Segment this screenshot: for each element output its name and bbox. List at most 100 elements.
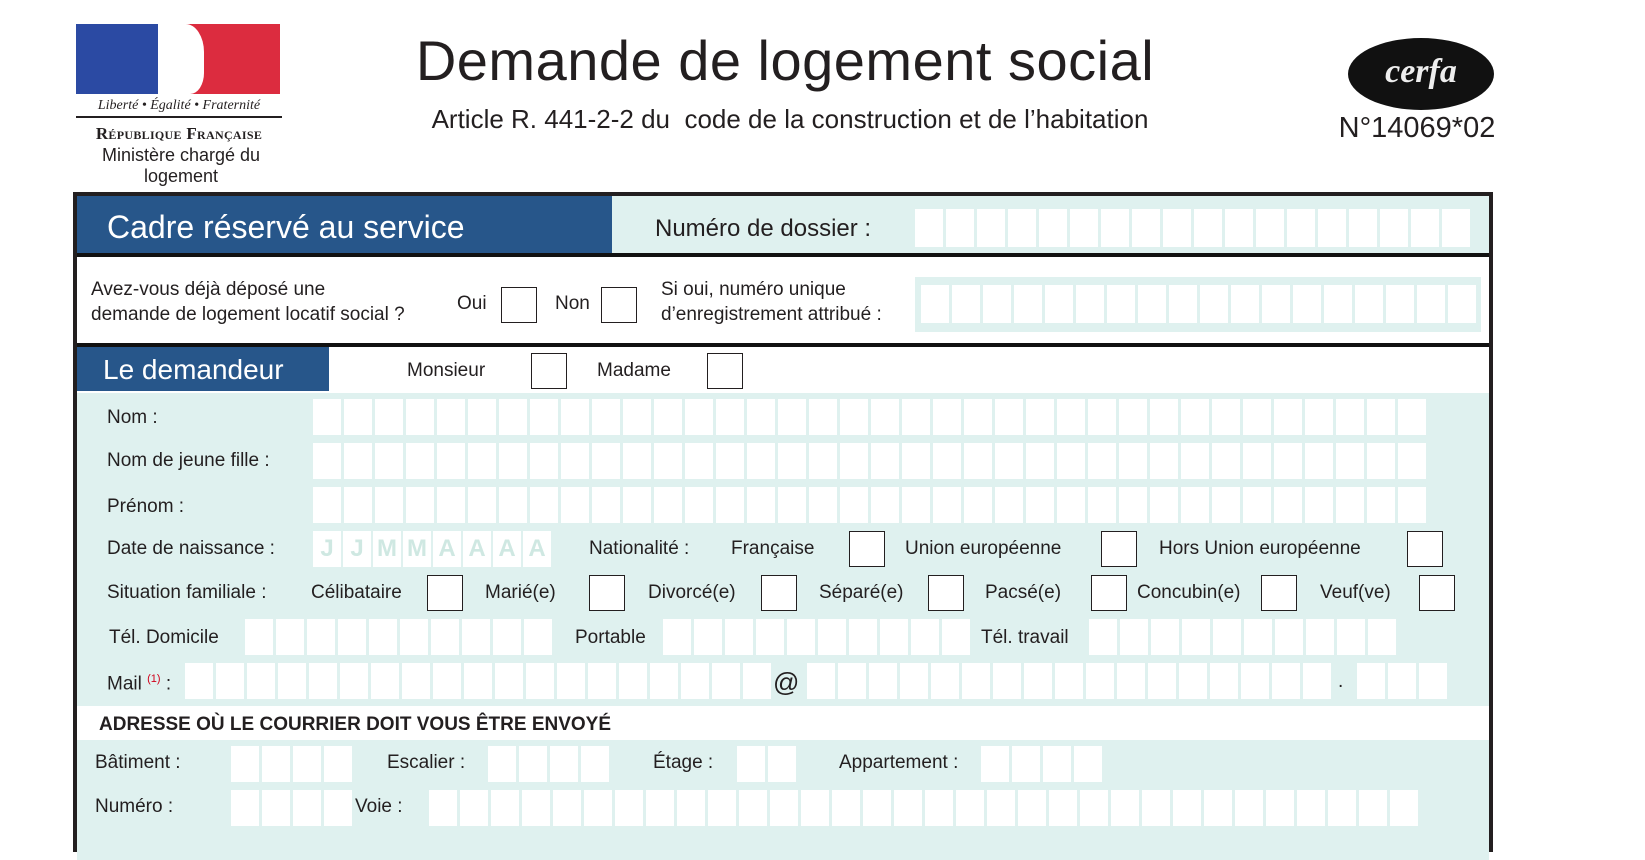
tel-mobile-input[interactable]	[663, 619, 970, 655]
char-cell[interactable]	[550, 746, 578, 782]
char-cell[interactable]	[956, 790, 984, 826]
char-cell[interactable]	[1235, 790, 1263, 826]
char-cell[interactable]	[530, 443, 558, 479]
char-cell[interactable]	[433, 663, 461, 699]
char-cell[interactable]	[1101, 209, 1129, 247]
char-cell[interactable]	[1359, 790, 1387, 826]
voie-input[interactable]	[429, 790, 1418, 826]
char-cell[interactable]	[1024, 663, 1052, 699]
char-cell[interactable]	[1293, 285, 1321, 323]
char-cell[interactable]	[1111, 790, 1139, 826]
char-cell[interactable]	[716, 487, 744, 523]
char-cell[interactable]	[429, 790, 457, 826]
char-cell[interactable]: A	[463, 531, 491, 567]
madame-checkbox[interactable]	[707, 353, 743, 389]
char-cell[interactable]	[933, 487, 961, 523]
mail-tld-input[interactable]	[1357, 663, 1447, 699]
char-cell[interactable]	[1194, 209, 1222, 247]
char-cell[interactable]	[681, 663, 709, 699]
char-cell[interactable]	[1076, 285, 1104, 323]
char-cell[interactable]	[1120, 619, 1148, 655]
char-cell[interactable]	[262, 746, 290, 782]
char-cell[interactable]	[619, 663, 647, 699]
char-cell[interactable]	[400, 619, 428, 655]
char-cell[interactable]	[499, 443, 527, 479]
char-cell[interactable]	[1173, 790, 1201, 826]
char-cell[interactable]	[1367, 443, 1395, 479]
char-cell[interactable]	[313, 487, 341, 523]
char-cell[interactable]	[1150, 399, 1178, 435]
char-cell[interactable]	[685, 487, 713, 523]
char-cell[interactable]	[768, 746, 796, 782]
char-cell[interactable]	[371, 663, 399, 699]
char-cell[interactable]: J	[313, 531, 341, 567]
char-cell[interactable]	[818, 619, 846, 655]
char-cell[interactable]	[1243, 399, 1271, 435]
char-cell[interactable]	[344, 443, 372, 479]
char-cell[interactable]	[902, 443, 930, 479]
nationality-ue-checkbox[interactable]	[1101, 531, 1137, 567]
char-cell[interactable]	[677, 790, 705, 826]
char-cell[interactable]	[1117, 663, 1145, 699]
char-cell[interactable]	[375, 399, 403, 435]
family-divorce-checkbox[interactable]	[761, 575, 797, 611]
char-cell[interactable]	[977, 209, 1005, 247]
char-cell[interactable]	[716, 399, 744, 435]
char-cell[interactable]	[925, 790, 953, 826]
char-cell[interactable]	[1039, 209, 1067, 247]
char-cell[interactable]	[468, 399, 496, 435]
char-cell[interactable]	[1150, 487, 1178, 523]
char-cell[interactable]	[1272, 663, 1300, 699]
char-cell[interactable]	[526, 663, 554, 699]
char-cell[interactable]	[1336, 399, 1364, 435]
char-cell[interactable]	[592, 487, 620, 523]
char-cell[interactable]	[1305, 399, 1333, 435]
char-cell[interactable]	[1212, 399, 1240, 435]
char-cell[interactable]	[1012, 746, 1040, 782]
char-cell[interactable]	[1142, 790, 1170, 826]
char-cell[interactable]	[933, 443, 961, 479]
char-cell[interactable]	[1367, 487, 1395, 523]
char-cell[interactable]	[1150, 443, 1178, 479]
family-concubin-checkbox[interactable]	[1261, 575, 1297, 611]
char-cell[interactable]	[869, 663, 897, 699]
char-cell[interactable]	[406, 487, 434, 523]
char-cell[interactable]	[1380, 209, 1408, 247]
char-cell[interactable]	[1179, 663, 1207, 699]
char-cell[interactable]	[1262, 285, 1290, 323]
char-cell[interactable]	[1368, 619, 1396, 655]
char-cell[interactable]	[1442, 209, 1470, 247]
char-cell[interactable]	[1057, 487, 1085, 523]
char-cell[interactable]	[402, 663, 430, 699]
char-cell[interactable]	[1241, 663, 1269, 699]
char-cell[interactable]	[778, 487, 806, 523]
char-cell[interactable]	[519, 746, 547, 782]
char-cell[interactable]	[685, 399, 713, 435]
char-cell[interactable]	[840, 487, 868, 523]
char-cell[interactable]	[468, 443, 496, 479]
char-cell[interactable]	[1026, 487, 1054, 523]
char-cell[interactable]	[1337, 619, 1365, 655]
char-cell[interactable]	[1138, 285, 1166, 323]
nom-input[interactable]	[313, 399, 1426, 435]
char-cell[interactable]	[276, 619, 304, 655]
char-cell[interactable]	[1275, 619, 1303, 655]
char-cell[interactable]	[911, 619, 939, 655]
char-cell[interactable]	[915, 209, 943, 247]
char-cell[interactable]	[313, 399, 341, 435]
char-cell[interactable]	[561, 487, 589, 523]
char-cell[interactable]: M	[403, 531, 431, 567]
char-cell[interactable]	[592, 399, 620, 435]
char-cell[interactable]	[431, 619, 459, 655]
char-cell[interactable]	[1043, 746, 1071, 782]
char-cell[interactable]	[344, 399, 372, 435]
char-cell[interactable]	[1107, 285, 1135, 323]
char-cell[interactable]	[685, 443, 713, 479]
char-cell[interactable]	[962, 663, 990, 699]
char-cell[interactable]	[623, 443, 651, 479]
char-cell[interactable]	[553, 790, 581, 826]
char-cell[interactable]	[646, 790, 674, 826]
char-cell[interactable]	[952, 285, 980, 323]
char-cell[interactable]	[964, 399, 992, 435]
char-cell[interactable]	[880, 619, 908, 655]
